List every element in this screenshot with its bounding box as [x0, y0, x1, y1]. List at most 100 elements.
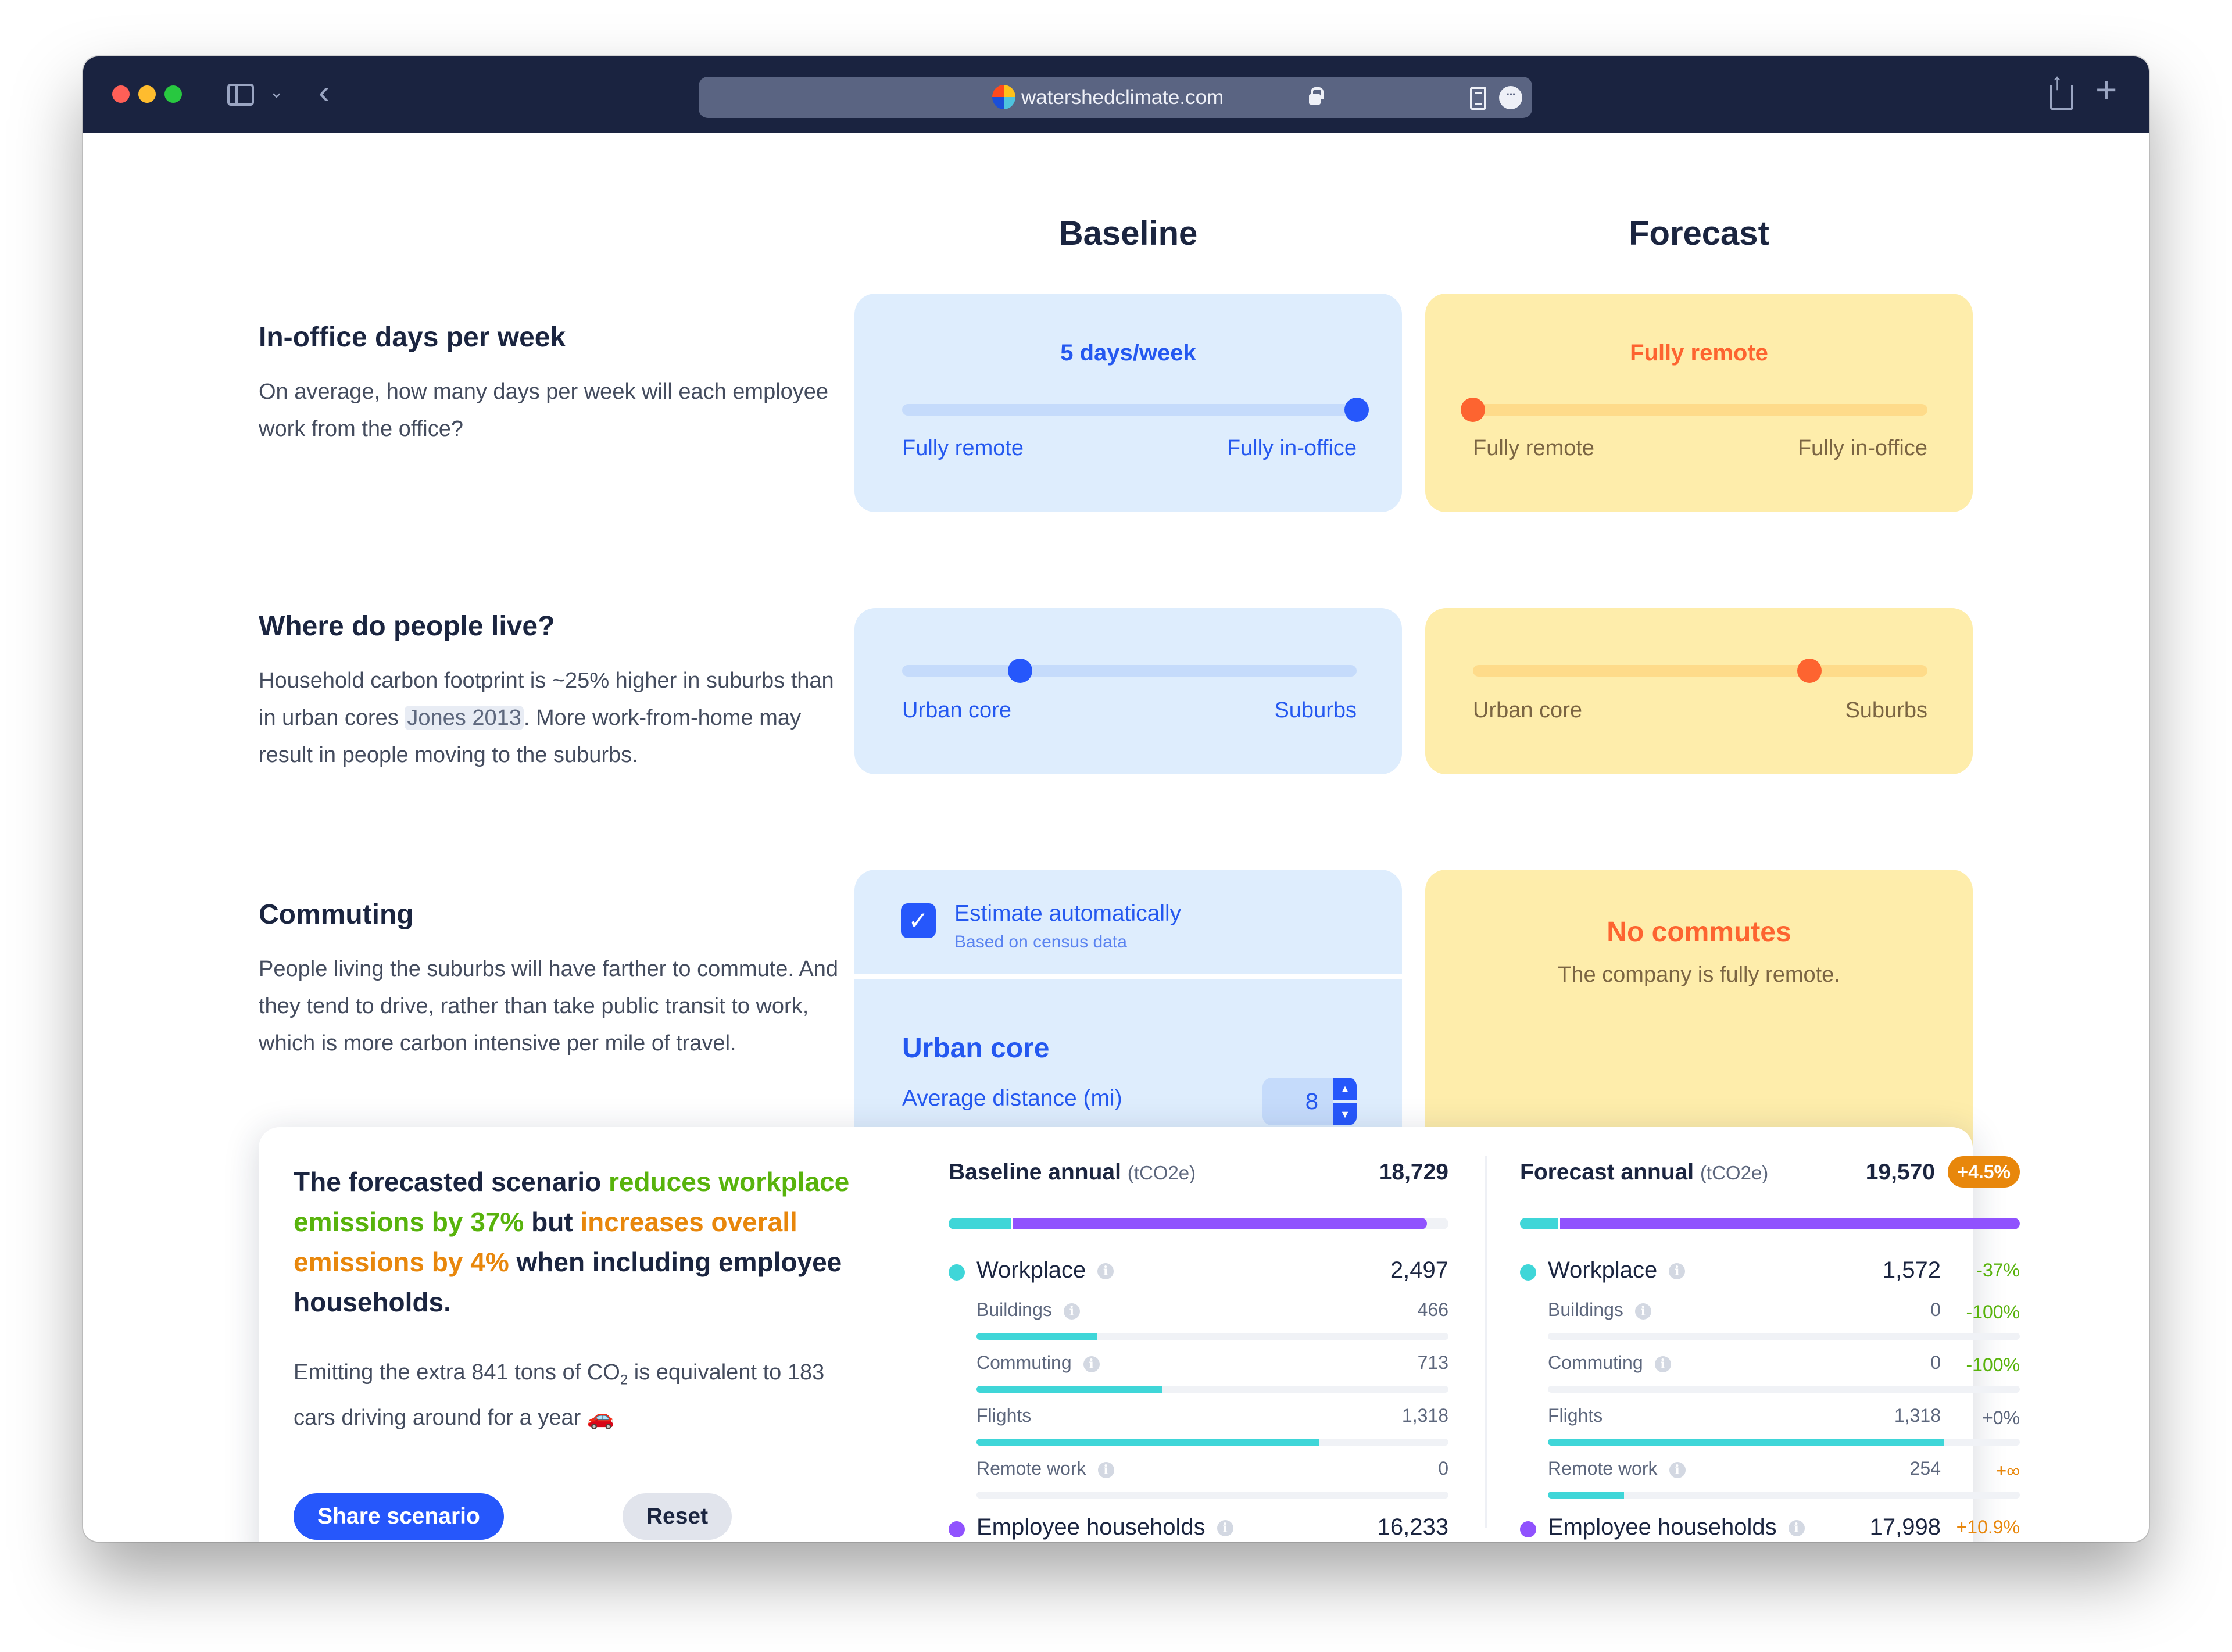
slider-thumb[interactable]	[1008, 659, 1033, 683]
forecast-column-header: Forecast	[1629, 214, 1769, 252]
breakdown-row-value: 466	[1417, 1299, 1448, 1320]
forecast-residence-card: Urban core Suburbs	[1425, 608, 1973, 774]
info-icon[interactable]: i	[1063, 1303, 1080, 1320]
breakdown-row-value: 713	[1417, 1352, 1448, 1373]
breakdown-unit: (tCO2e)	[1700, 1162, 1769, 1183]
slider-thumb[interactable]	[1797, 659, 1822, 683]
forecast-residence-slider[interactable]	[1473, 659, 1927, 683]
browser-toolbar: ⌄ ‹ watershedclimate.com ··· +	[83, 56, 2149, 133]
reset-button[interactable]: Reset	[623, 1493, 732, 1540]
breakdown-row-bar	[977, 1492, 1448, 1499]
minimize-window-button[interactable]	[138, 85, 156, 103]
share-scenario-button[interactable]: Share scenario	[294, 1493, 504, 1540]
urban-core-title: Urban core	[902, 1033, 1050, 1064]
site-favicon-icon	[992, 85, 1015, 109]
baseline-column-header: Baseline	[1058, 214, 1198, 252]
reader-icon[interactable]	[1470, 87, 1486, 110]
breakdown-row-value: 0	[1930, 1352, 1941, 1373]
breakdown-row-bar	[977, 1333, 1448, 1340]
sidebar-icon[interactable]	[227, 84, 254, 106]
slider-thumb[interactable]	[1461, 398, 1485, 422]
address-bar[interactable]: watershedclimate.com ···	[699, 77, 1532, 118]
citation-link[interactable]: Jones 2013	[405, 706, 524, 730]
forecast-annual-total: 19,570	[1865, 1160, 1935, 1185]
slider-max-label: Suburbs	[1845, 698, 1927, 723]
change-badge: +4.5%	[1948, 1156, 2020, 1188]
breakdown-row-value: 1,318	[1401, 1405, 1448, 1426]
forecast-stacked-bar	[1520, 1218, 2020, 1229]
breakdown-title-text: Forecast annual	[1520, 1160, 1700, 1185]
info-icon[interactable]: i	[1083, 1356, 1100, 1372]
info-icon[interactable]: i	[1217, 1520, 1233, 1537]
emissions-equivalence: Emitting the extra 841 tons of CO2 is eq…	[294, 1354, 852, 1436]
commuting-title: Commuting	[259, 899, 414, 930]
slider-min-label: Fully remote	[902, 436, 1024, 460]
info-icon[interactable]: i	[1788, 1520, 1805, 1537]
info-icon[interactable]: i	[1097, 1263, 1114, 1280]
baseline-annual-title: Baseline annual (tCO2e)	[949, 1160, 1196, 1185]
slider-min-label: Fully remote	[1473, 436, 1595, 460]
commuting-description: People living the suburbs will have fart…	[259, 957, 838, 1056]
estimate-source-label: Based on census data	[954, 932, 1127, 952]
baseline-residence-card: Urban core Suburbs	[854, 608, 1402, 774]
bar-segment-households	[1012, 1218, 1428, 1229]
no-commutes-description: The company is fully remote.	[1558, 963, 1840, 987]
breakdown-row-value: 0	[1930, 1299, 1941, 1320]
baseline-residence-slider[interactable]	[902, 659, 1357, 683]
info-icon[interactable]: i	[1634, 1303, 1651, 1320]
info-icon[interactable]: i	[1654, 1356, 1671, 1372]
page-content: Baseline Forecast In-office days per wee…	[83, 133, 2149, 1542]
info-icon[interactable]: i	[1669, 1263, 1686, 1280]
breakdown-row-bar-fill	[977, 1439, 1319, 1446]
residence-description: Household carbon footprint is ~25% highe…	[259, 662, 840, 774]
back-icon[interactable]: ‹	[319, 73, 330, 112]
workplace-legend-dot	[1520, 1264, 1536, 1281]
decrement-down-icon[interactable]: ▼	[1333, 1103, 1357, 1125]
households-label: Employee households i	[1548, 1514, 1805, 1540]
bar-segment-workplace	[949, 1218, 1013, 1229]
share-icon[interactable]	[2048, 69, 2073, 110]
bar-segment-workplace	[1520, 1218, 1561, 1229]
average-distance-label: Average distance (mi)	[902, 1086, 1122, 1111]
breakdown-title-text: Baseline annual	[949, 1160, 1128, 1185]
average-distance-stepper[interactable]: 8 ▲ ▼	[1262, 1078, 1357, 1125]
workplace-legend-dot	[949, 1264, 965, 1281]
change-percent: +10.9%	[1956, 1517, 2020, 1537]
breakdown-row-label: Remote work i	[977, 1458, 1114, 1479]
households-value: 17,998	[1869, 1514, 1941, 1540]
change-percent: -37%	[1976, 1260, 2020, 1281]
increment-up-icon[interactable]: ▲	[1333, 1078, 1357, 1100]
slider-max-label: Suburbs	[1274, 698, 1357, 723]
new-tab-plus-icon[interactable]: +	[2095, 68, 2117, 111]
breakdown-row-bar	[1548, 1492, 2020, 1499]
no-commutes-title: No commutes	[1607, 917, 1791, 947]
zoom-window-button[interactable]	[164, 85, 182, 103]
office-days-description: On average, how many days per week will …	[259, 380, 829, 441]
browser-window: ⌄ ‹ watershedclimate.com ··· + Baseline …	[83, 56, 2149, 1542]
breakdown-unit: (tCO2e)	[1127, 1162, 1196, 1183]
breakdown-divider	[1485, 1156, 1487, 1528]
forecast-annual-title: Forecast annual (tCO2e)	[1520, 1160, 1768, 1185]
info-icon[interactable]: i	[1669, 1461, 1686, 1478]
workplace-value: 2,497	[1390, 1257, 1448, 1283]
breakdown-row-bar	[977, 1439, 1448, 1446]
breakdown-row-bar-fill	[977, 1386, 1162, 1393]
breakdown-row-bar-fill	[1548, 1439, 1944, 1446]
average-distance-input[interactable]: 8	[1262, 1078, 1333, 1125]
chevron-down-icon[interactable]: ⌄	[269, 82, 284, 102]
baseline-office-days-slider[interactable]	[902, 398, 1369, 422]
breakdown-row-value: 0	[1438, 1458, 1448, 1479]
estimate-automatically-checkbox[interactable]: ✓	[901, 903, 936, 938]
breakdown-row-value: 254	[1909, 1458, 1941, 1479]
estimate-automatically-label: Estimate automatically	[954, 901, 1182, 926]
slider-min-label: Urban core	[1473, 698, 1582, 723]
slider-thumb[interactable]	[1344, 398, 1369, 422]
close-window-button[interactable]	[112, 85, 130, 103]
card-divider	[854, 974, 1402, 979]
forecast-office-days-card: Fully remote Fully remote Fully in-offic…	[1425, 294, 1973, 512]
more-icon[interactable]: ···	[1499, 86, 1522, 109]
breakdown-row-label: Flights	[977, 1405, 1032, 1426]
info-icon[interactable]: i	[1097, 1461, 1114, 1478]
forecast-office-days-value: Fully remote	[1630, 340, 1768, 366]
forecast-office-days-slider[interactable]	[1461, 398, 1927, 422]
